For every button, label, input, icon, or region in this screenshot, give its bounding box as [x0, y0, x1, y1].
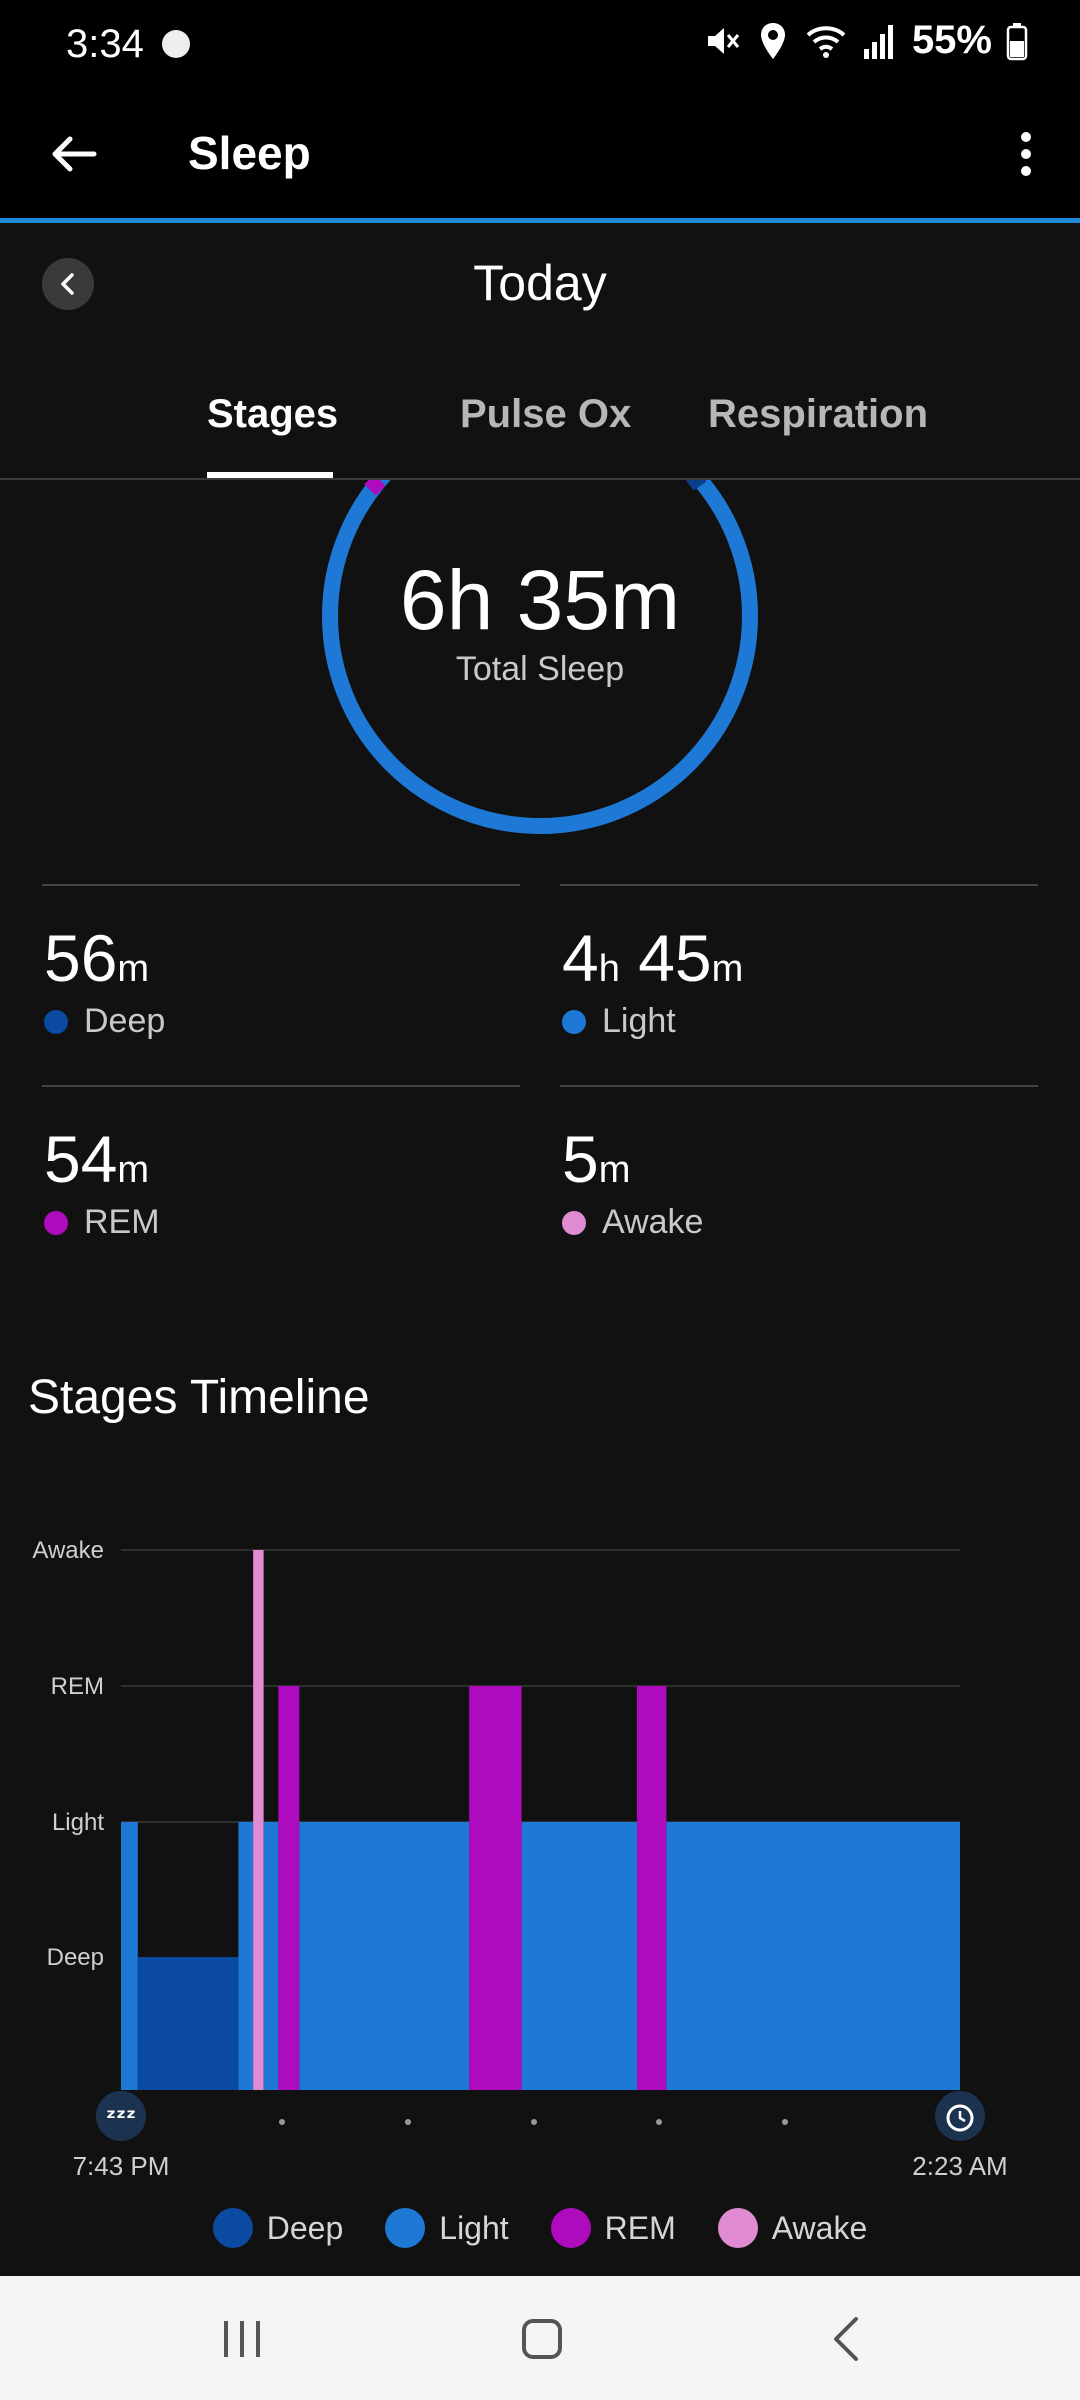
awake-color-dot — [562, 1210, 586, 1235]
app-bar-accent-line — [0, 218, 1080, 223]
start-time-label: 7:43 PM — [73, 2151, 170, 2181]
legend-item-deep: Deep — [212, 2208, 343, 2248]
stage-bar-rem-9 — [636, 1686, 667, 2090]
chevron-left-icon — [834, 2317, 858, 2361]
axis-label-light: Light — [52, 1809, 104, 1836]
end-time-label: 2:23 AM — [912, 2151, 1007, 2181]
home-button[interactable] — [502, 2304, 582, 2374]
time-tick-dot-2 — [531, 2119, 537, 2125]
stat-divider — [42, 884, 520, 886]
total-sleep-value: 6h 35m — [399, 553, 681, 647]
axis-label-awake: Awake — [32, 1537, 104, 1564]
stage-bar-light-2 — [238, 1822, 254, 2090]
stage-bar-awake-3 — [253, 1550, 264, 2090]
stat-awake-label: Awake — [562, 1203, 703, 1242]
wifi-icon — [806, 25, 846, 58]
tab-bar: Stages Pulse Ox Respiration — [0, 380, 1080, 480]
tab-stages[interactable]: Stages — [207, 392, 338, 437]
date-title: Today — [473, 255, 607, 311]
stat-deep: 56m Deep — [42, 884, 520, 1084]
tab-pulse-ox[interactable]: Pulse Ox — [460, 392, 631, 437]
stat-divider — [560, 884, 1038, 886]
status-time: 3:34 — [66, 22, 144, 66]
notification-dot-icon — [162, 30, 190, 58]
stat-deep-label: Deep — [44, 1002, 165, 1041]
stat-rem-label: REM — [44, 1203, 160, 1242]
legend-awake-dot — [717, 2208, 758, 2248]
stage-bar-rem-7 — [469, 1686, 522, 2090]
battery-percent: 55% — [911, 18, 992, 62]
status-bar: 3:34 55% — [0, 0, 1080, 88]
stages-timeline-chart: Deep Light REM Awake ᶻᶻᶻ 7:43 PM 2:23 AM — [0, 1500, 1080, 2220]
time-tick-dot-4 — [782, 2119, 788, 2125]
stage-bar-deep-1 — [137, 1957, 239, 2090]
time-tick-dot-1 — [405, 2119, 411, 2125]
more-options-button[interactable] — [1006, 120, 1046, 188]
chart-legend: Deep Light REM Awake — [0, 2208, 1080, 2248]
stage-bar-light-8 — [521, 1822, 637, 2090]
rem-color-dot — [44, 1210, 68, 1235]
total-sleep-label: Total Sleep — [455, 650, 625, 688]
deep-color-dot — [44, 1009, 68, 1034]
back-button[interactable] — [40, 120, 108, 188]
stat-divider — [560, 1085, 1038, 1087]
sleep-zzz-icon: ᶻᶻᶻ — [106, 2104, 136, 2132]
app-bar: Sleep — [0, 88, 1080, 220]
time-tick-dot-3 — [656, 2119, 662, 2125]
section-title: Stages Timeline — [28, 1371, 370, 1424]
stat-deep-value: 56m — [44, 921, 150, 995]
signal-icon — [863, 24, 893, 59]
stat-awake: 5m Awake — [560, 1085, 1038, 1285]
stage-bar-rem-5 — [278, 1686, 300, 2090]
time-tick-dot-0 — [279, 2119, 285, 2125]
page-title: Sleep — [188, 127, 311, 179]
system-back-button[interactable] — [806, 2304, 886, 2374]
axis-label-deep: Deep — [47, 1944, 104, 1971]
stat-light-label: Light — [562, 1002, 676, 1041]
stat-light: 4h 45m Light — [560, 884, 1038, 1084]
legend-deep-dot — [212, 2208, 253, 2248]
stat-rem: 54m REM — [42, 1085, 520, 1285]
stage-bar-light-0 — [121, 1822, 138, 2090]
battery-icon — [1006, 22, 1028, 60]
stat-divider — [42, 1085, 520, 1087]
stage-bar-light-4 — [263, 1822, 279, 2090]
tab-respiration[interactable]: Respiration — [708, 392, 928, 437]
recent-apps-button[interactable] — [202, 2304, 282, 2374]
more-vert-icon — [1021, 132, 1031, 176]
legend-item-rem: REM — [550, 2208, 676, 2248]
axis-label-rem: REM — [51, 1673, 104, 1700]
stages-timeline-svg: Deep Light REM Awake ᶻᶻᶻ 7:43 PM 2:23 AM — [32, 1537, 1007, 2181]
location-icon — [760, 22, 785, 59]
legend-item-light: Light — [385, 2208, 509, 2248]
stat-rem-value: 54m — [44, 1122, 150, 1196]
mute-icon — [707, 27, 740, 54]
legend-rem-dot — [550, 2208, 591, 2248]
stat-light-value: 4h 45m — [562, 921, 744, 995]
legend-item-awake: Awake — [717, 2208, 867, 2248]
stage-bar-light-6 — [299, 1822, 470, 2090]
light-color-dot — [562, 1009, 586, 1034]
legend-light-dot — [385, 2208, 426, 2248]
status-icons: 55% — [702, 18, 1028, 63]
recents-icon — [224, 2321, 260, 2357]
home-icon — [522, 2319, 562, 2359]
stat-awake-value: 5m — [562, 1122, 631, 1196]
arrow-left-icon — [52, 136, 97, 172]
system-nav-bar — [0, 2276, 1080, 2400]
stage-bar-light-10 — [666, 1822, 960, 2090]
